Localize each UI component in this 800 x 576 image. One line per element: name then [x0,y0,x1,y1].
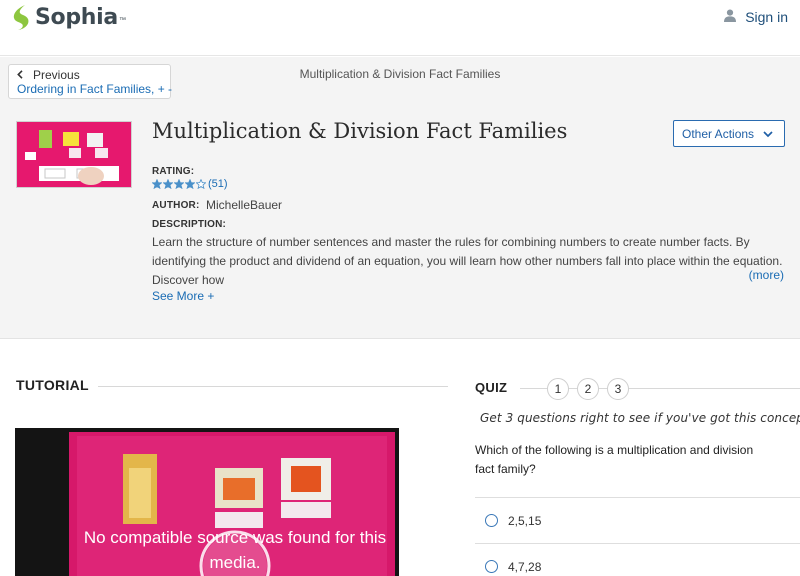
quiz-question: Which of the following is a multiplicati… [475,443,754,476]
description-label: DESCRIPTION: [152,219,227,230]
star-filled-icon [174,179,184,189]
see-more-link[interactable]: See More + [152,289,214,303]
top-bar: Sophia ™ Sign in [0,0,800,56]
tutorial-heading: TUTORIAL [16,377,89,393]
quiz-step-1: 1 [547,378,569,400]
answer-label: 2,5,15 [508,513,542,528]
answer-label: 4,7,28 [508,559,542,574]
other-actions-label: Other Actions [682,126,755,141]
answer-radio[interactable] [485,560,498,573]
more-link[interactable]: (more) [749,268,784,282]
quiz-heading: QUIZ [475,380,508,395]
star-filled-icon [185,179,195,189]
sign-in-label: Sign in [745,9,788,25]
previous-lesson-link[interactable]: Ordering in Fact Families, + - [17,82,172,96]
tutorial-divider [98,386,448,387]
rating-count[interactable]: (51) [208,178,228,190]
breadcrumb-title: Multiplication & Division Fact Families [299,67,501,81]
other-actions-dropdown[interactable]: Other Actions [673,120,785,147]
author-name[interactable]: MichelleBauer [206,198,282,212]
sophia-logo-icon [10,3,32,31]
rating-label: RATING: [152,166,195,177]
star-filled-icon [152,179,162,189]
lesson-thumbnail[interactable] [16,121,132,188]
answer-option[interactable]: 2,5,15 [475,497,800,543]
quiz-step-2: 2 [577,378,599,400]
star-filled-icon [163,179,173,189]
star-rating-icons [152,179,207,189]
star-empty-icon [196,179,206,189]
rating-stars[interactable]: (51) [152,178,228,190]
lesson-description: Learn the structure of number sentences … [152,235,783,287]
quiz-step-3: 3 [607,378,629,400]
answer-radio[interactable] [485,514,498,527]
answer-option[interactable]: 4,7,28 [475,543,800,576]
video-player[interactable]: No compatible source was found for this … [15,428,399,576]
logo-trademark: ™ [118,17,126,24]
sophia-logo[interactable]: Sophia ™ [10,2,126,32]
video-error-message: No compatible source was found for this … [83,528,387,572]
author-label: AUTHOR: [152,200,200,211]
lesson-info-panel [0,57,800,339]
chevron-down-icon [754,127,773,141]
user-icon [724,9,745,25]
lesson-title: Multiplication & Division Fact Families [152,119,568,143]
quiz-hint: Get 3 questions right to see if you've g… [480,411,800,425]
sign-in-link[interactable]: Sign in [724,9,788,25]
logo-text: Sophia [35,4,118,30]
